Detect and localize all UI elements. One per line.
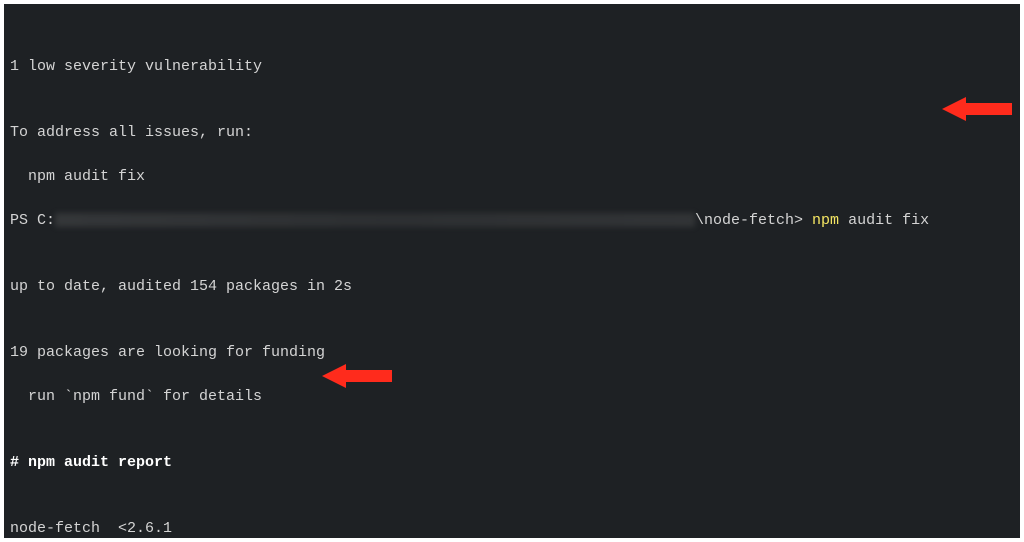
audit-report-header: # npm audit report	[10, 452, 1014, 474]
prompt-path-tail: \node-fetch>	[695, 212, 812, 229]
output-line: npm audit fix	[10, 166, 1014, 188]
output-line: run `npm fund` for details	[10, 386, 1014, 408]
package-line: node-fetch <2.6.1	[10, 518, 1014, 538]
terminal-window[interactable]: 1 low severity vulnerability To address …	[4, 4, 1020, 538]
output-line: 1 low severity vulnerability	[10, 56, 1014, 78]
redacted-path	[55, 213, 695, 227]
output-line: up to date, audited 154 packages in 2s	[10, 276, 1014, 298]
command-name: npm	[812, 212, 839, 229]
command-args: audit fix	[839, 212, 929, 229]
prompt-line[interactable]: PS C: \node-fetch> npm audit fix	[10, 210, 1014, 232]
output-line: To address all issues, run:	[10, 122, 1014, 144]
prompt-prefix: PS C:	[10, 212, 55, 229]
arrow-icon	[942, 94, 1012, 124]
output-line: 19 packages are looking for funding	[10, 342, 1014, 364]
